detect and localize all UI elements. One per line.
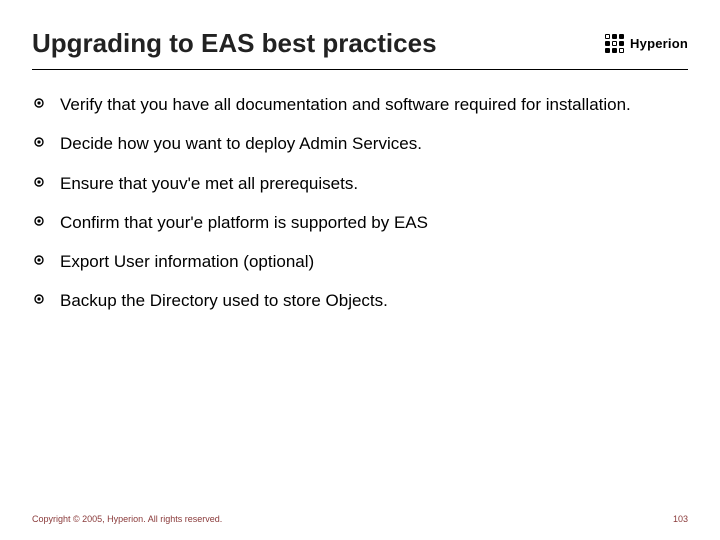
hyperion-logo-icon — [605, 34, 624, 53]
list-item: Ensure that youv'e met all prerequisets. — [32, 173, 688, 194]
bullet-icon — [34, 294, 44, 304]
list-item: Decide how you want to deploy Admin Serv… — [32, 133, 688, 154]
brand-name: Hyperion — [630, 36, 688, 51]
bullet-list: Verify that you have all documentation a… — [32, 94, 688, 312]
slide-title: Upgrading to EAS best practices — [32, 28, 437, 59]
bullet-icon — [34, 98, 44, 108]
bullet-text: Export User information (optional) — [60, 252, 314, 271]
bullet-text: Ensure that youv'e met all prerequisets. — [60, 174, 358, 193]
slide-header: Upgrading to EAS best practices Hyperion — [32, 28, 688, 70]
bullet-text: Decide how you want to deploy Admin Serv… — [60, 134, 422, 153]
bullet-text: Backup the Directory used to store Objec… — [60, 291, 388, 310]
copyright-text: Copyright © 2005, Hyperion. All rights r… — [32, 514, 222, 524]
page-number: 103 — [673, 514, 688, 524]
bullet-icon — [34, 137, 44, 147]
list-item: Verify that you have all documentation a… — [32, 94, 688, 115]
slide-footer: Copyright © 2005, Hyperion. All rights r… — [32, 514, 688, 524]
list-item: Export User information (optional) — [32, 251, 688, 272]
bullet-text: Confirm that your'e platform is supporte… — [60, 213, 428, 232]
slide: Upgrading to EAS best practices Hyperion… — [0, 0, 720, 540]
bullet-icon — [34, 177, 44, 187]
bullet-text: Verify that you have all documentation a… — [60, 95, 631, 114]
list-item: Backup the Directory used to store Objec… — [32, 290, 688, 311]
bullet-icon — [34, 216, 44, 226]
brand-logo: Hyperion — [605, 34, 688, 53]
bullet-icon — [34, 255, 44, 265]
list-item: Confirm that your'e platform is supporte… — [32, 212, 688, 233]
